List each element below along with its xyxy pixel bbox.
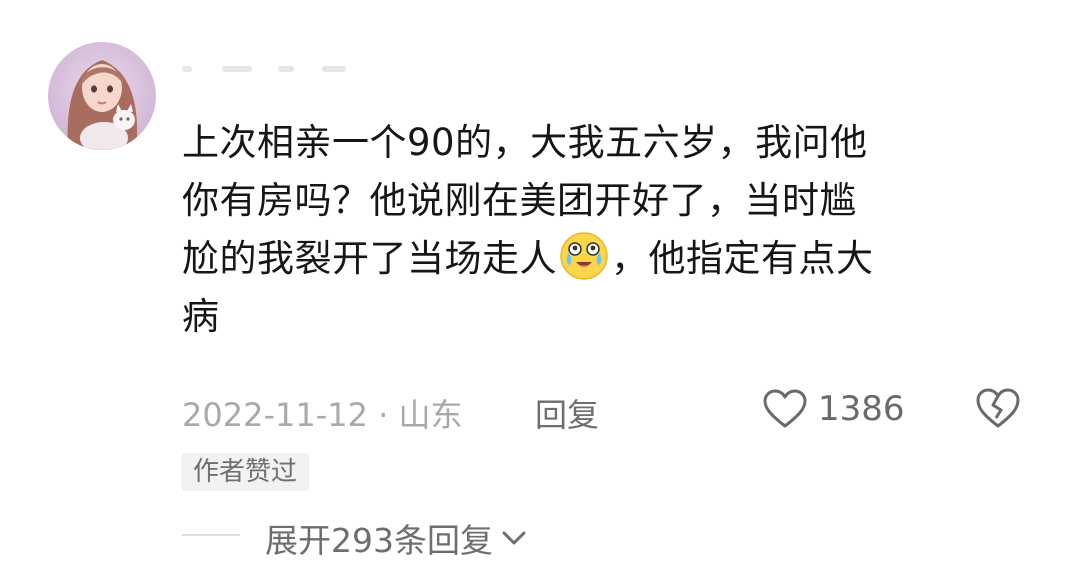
comment-line-4: 病 [182, 295, 220, 338]
username-blurred[interactable] [182, 58, 352, 82]
comment-date-location: 2022-11-12 · 山东 [182, 396, 463, 434]
expand-replies-label: 展开293条回复 [265, 521, 493, 560]
expand-replies-row: 展开293条回复 [182, 510, 782, 560]
comment-line-2: 你有房吗？他说刚在美团开好了，当时尴 [182, 179, 857, 222]
user-avatar[interactable] [48, 42, 156, 150]
comment-line-3-end: ，他指定有点大 [611, 237, 874, 280]
divider-line [182, 534, 240, 536]
like-count: 1386 [818, 389, 905, 429]
expand-replies-button[interactable]: 展开293条回复 [265, 514, 529, 562]
comment-line-1: 上次相亲一个90的，大我五六岁，我问他 [182, 121, 868, 164]
heart-icon [763, 389, 807, 428]
comment-meta-row: 2022-11-12 · 山东 回复 1386 [182, 386, 1062, 434]
chevron-down-icon [502, 531, 526, 545]
author-liked-badge: 作者赞过 [181, 453, 310, 491]
dislike-button[interactable] [974, 386, 1022, 434]
like-button[interactable]: 1386 [762, 386, 905, 432]
broken-heart-icon [976, 388, 1020, 428]
laughing-crying-emoji-icon [559, 231, 609, 281]
comment-line-3: 尬的我裂开了当场走人 [182, 237, 557, 280]
reply-button[interactable]: 回复 [535, 390, 599, 436]
avatar-portrait-image [67, 60, 138, 150]
comment-text: 上次相亲一个90的，大我五六岁，我问他 你有房吗？他说刚在美团开好了，当时尴 尬的我… [182, 114, 1032, 346]
